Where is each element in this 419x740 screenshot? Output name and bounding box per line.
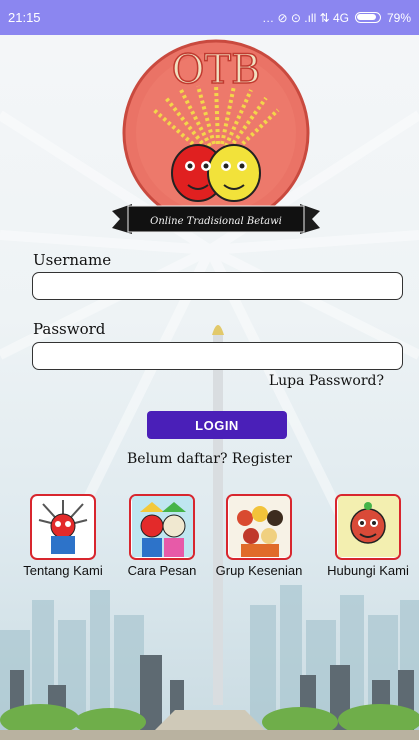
status-indicators: … ⊘ ⊙ .ıll ⇅ 4G 79% [262,11,411,25]
battery-icon [354,12,381,23]
username-label: Username [33,251,112,269]
password-label: Password [33,320,106,338]
status-bar: 21:15 … ⊘ ⊙ .ıll ⇅ 4G 79% [0,0,419,35]
ondel-ondel-icon [30,494,96,560]
logo-title: OTB [172,47,261,93]
city-skyline [0,585,419,740]
login-button[interactable]: LOGIN [147,411,287,439]
forgot-password-link[interactable]: Lupa Password? [269,373,384,389]
logo-ribbon: Online Tradisional Betawi [150,216,282,227]
otb-logo: OTB Online Tradisional Betawi [112,39,320,234]
username-input[interactable] [32,272,403,300]
register-link[interactable]: Belum daftar? Register [0,451,419,467]
battery-level: 79% [386,10,411,25]
mascot-icon [335,494,401,560]
status-time: 21:15 [8,10,41,25]
performers-icon [226,494,292,560]
network-indicators: … ⊘ ⊙ .ıll ⇅ 4G [262,10,349,25]
ondel-couple-icon [129,494,195,560]
password-input[interactable] [32,342,403,370]
